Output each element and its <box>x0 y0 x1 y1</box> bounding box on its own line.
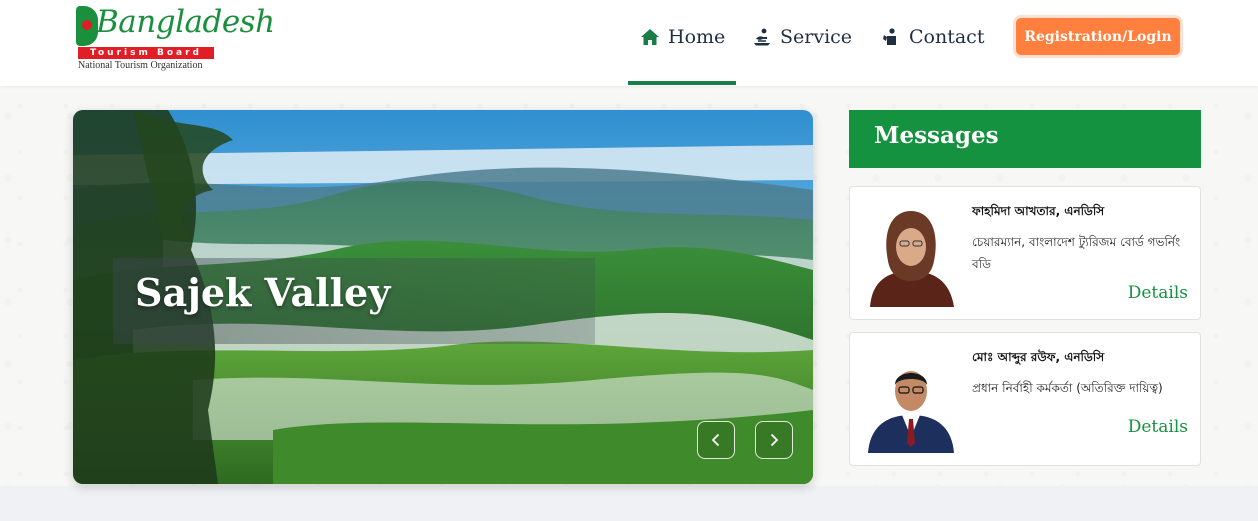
logo-wordmark: Bangladesh <box>96 4 275 40</box>
nav-item-home[interactable]: Home <box>640 22 725 52</box>
logo-mark-icon <box>76 6 98 46</box>
messages-panel-header: Messages <box>849 110 1201 168</box>
nav-active-indicator <box>628 81 736 85</box>
nav-item-label: Home <box>668 26 726 48</box>
registration-login-button[interactable]: Registration/Login <box>1016 18 1180 55</box>
chairman-avatar <box>862 201 960 307</box>
logo-tagline: National Tourism Organization <box>78 60 203 71</box>
chevron-right-icon <box>770 433 779 447</box>
contact-icon <box>883 28 896 45</box>
nav-item-label: Service <box>780 26 853 48</box>
chevron-left-icon <box>711 433 720 447</box>
messages-title: Messages <box>874 122 999 149</box>
message-details-link[interactable]: Details <box>1128 417 1188 437</box>
message-card: ফাহমিদা আখতার, এনডিসি চেয়ারম্যান, বাংলা… <box>849 186 1201 320</box>
slider-prev-button[interactable] <box>697 421 735 459</box>
message-author-name: ফাহমিদা আখতার, এনডিসি <box>972 204 1105 218</box>
hero-slide-title: Sajek Valley <box>135 270 391 315</box>
message-author-name: মোঃ আব্দুর রউফ, এনডিসি <box>972 350 1105 364</box>
message-author-role: চেয়ারম্যান, বাংলাদেশ ট্যুরিজম বোর্ড গভর… <box>972 235 1181 271</box>
message-details-link[interactable]: Details <box>1128 283 1188 303</box>
home-icon <box>641 29 659 45</box>
site-logo[interactable]: Bangladesh Tourism Board National Touris… <box>76 4 275 72</box>
nav-item-label: Contact <box>909 26 985 48</box>
site-header: Bangladesh Tourism Board National Touris… <box>0 0 1258 86</box>
hero-slider[interactable]: Sajek Valley <box>73 110 813 484</box>
nav-item-contact[interactable]: Contact <box>881 22 984 52</box>
nav-item-service[interactable]: Service <box>752 22 852 52</box>
logo-band: Tourism Board <box>78 47 214 59</box>
section-divider-band <box>0 486 1258 521</box>
message-card: মোঃ আব্দুর রউফ, এনডিসি প্রধান নির্বাহী ক… <box>849 332 1201 466</box>
slider-next-button[interactable] <box>755 421 793 459</box>
message-author-role: প্রধান নির্বাহী কর্মকর্তা (অতিরিক্ত দায়… <box>972 381 1163 395</box>
service-icon <box>754 28 770 46</box>
ceo-avatar <box>862 347 960 453</box>
